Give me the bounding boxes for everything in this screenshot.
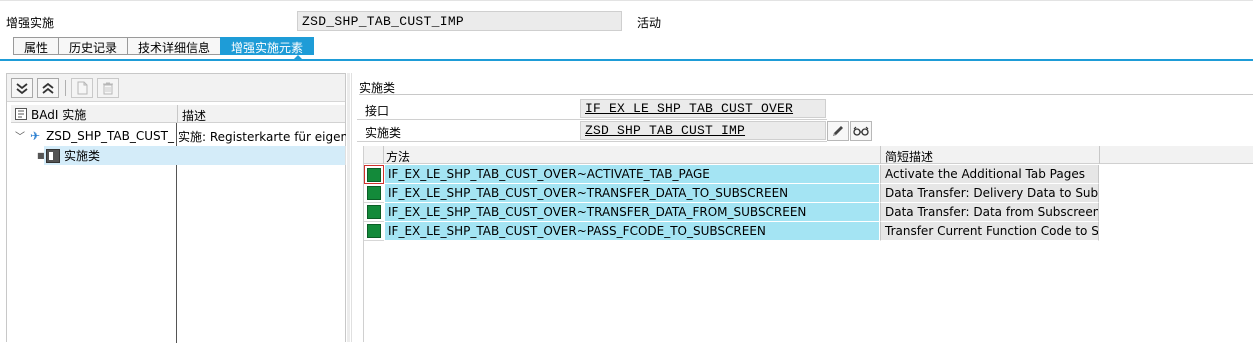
method-name[interactable]: IF_EX_LE_SHP_TAB_CUST_OVER~ACTIVATE_TAB_… <box>385 165 879 184</box>
row-status-cell[interactable] <box>364 165 384 184</box>
badi-impl-icon: ✈ <box>30 128 41 143</box>
implemented-status-icon <box>367 224 381 238</box>
tree-bullet-icon: ■ <box>37 151 45 160</box>
method-description: Data Transfer: Delivery Data to Subsc <box>880 184 1099 203</box>
impl-class-label: 实施类 <box>365 126 402 140</box>
panel-splitter[interactable] <box>347 73 350 342</box>
active-tab-indicator <box>293 55 303 60</box>
tree-column-header: BAdI 实施 描述 <box>11 105 345 123</box>
implemented-status-icon <box>367 186 381 200</box>
delete-trash-icon[interactable] <box>97 78 119 98</box>
tree-toolbar <box>7 74 345 102</box>
method-description: Data Transfer: Data from Subscreen <box>880 203 1099 222</box>
implementation-class-panel: 实施类 接口 IF_EX_LE_SHP_TAB_CUST_OVER 实施类 ZS… <box>351 73 1253 342</box>
tree-node-name: ZSD_SHP_TAB_CUST_ <box>46 128 174 143</box>
implemented-status-icon <box>367 205 381 219</box>
tree-node-label: 实施类 <box>64 149 101 163</box>
status-text: 活动 <box>637 16 662 30</box>
top-divider <box>0 0 1253 4</box>
select-all-cell[interactable] <box>364 146 384 164</box>
tab-history[interactable]: 历史记录 <box>58 37 128 55</box>
interface-field[interactable]: IF_EX_LE_SHP_TAB_CUST_OVER <box>580 99 826 118</box>
col-short-description[interactable]: 简短描述 <box>880 146 937 164</box>
enhancement-implementation-label: 增强实施 <box>6 16 55 30</box>
row-status-cell[interactable] <box>364 184 384 203</box>
method-name[interactable]: IF_EX_LE_SHP_TAB_CUST_OVER~PASS_FCODE_TO… <box>385 222 879 241</box>
tree-col-badi-impl[interactable]: BAdI 实施 <box>11 105 177 123</box>
row-status-cell[interactable] <box>364 222 384 241</box>
tab-attributes[interactable]: 属性 <box>13 37 59 55</box>
method-name[interactable]: IF_EX_LE_SHP_TAB_CUST_OVER~TRANSFER_DATA… <box>385 203 879 222</box>
row-status-cell[interactable] <box>364 203 384 222</box>
chevron-down-icon[interactable]: ﹀ <box>15 128 25 143</box>
tree-header-icon <box>15 108 27 120</box>
toolbar-separator <box>65 80 66 96</box>
field-separator <box>357 119 827 120</box>
col-method[interactable]: 方法 <box>386 148 410 165</box>
table-row[interactable]: IF_EX_LE_SHP_TAB_CUST_OVER~TRANSFER_DATA… <box>364 184 1099 203</box>
tree-col-badi-label: BAdI 实施 <box>31 107 87 122</box>
column-divider <box>1099 146 1100 164</box>
tab-underline <box>0 59 1253 61</box>
edit-pencil-icon[interactable] <box>827 121 849 141</box>
table-row[interactable]: IF_EX_LE_SHP_TAB_CUST_OVER~PASS_FCODE_TO… <box>364 222 1099 241</box>
method-name[interactable]: IF_EX_LE_SHP_TAB_CUST_OVER~TRANSFER_DATA… <box>385 184 879 203</box>
display-glasses-icon[interactable] <box>850 121 872 141</box>
section-title: 实施类 <box>359 79 1253 95</box>
collapse-all-icon[interactable] <box>37 78 59 98</box>
tree-col-description[interactable]: 描述 <box>177 105 210 123</box>
tab-enhancement-elements[interactable]: 增强实施元素 <box>220 37 315 55</box>
tab-strip: 属性 历史记录 技术详细信息 增强实施元素 <box>13 37 315 55</box>
field-separator <box>357 141 827 142</box>
method-description: Transfer Current Function Code to S <box>880 222 1099 241</box>
expand-all-icon[interactable] <box>11 78 33 98</box>
tree-node-implementation-class[interactable]: ■ 实施类 <box>37 146 346 165</box>
implementation-name-field[interactable]: ZSD_SHP_TAB_CUST_IMP <box>297 11 622 31</box>
tree-node-description: 实施: Registerkarte für eigene <box>178 130 346 144</box>
table-row[interactable]: IF_EX_LE_SHP_TAB_CUST_OVER~ACTIVATE_TAB_… <box>364 165 1099 184</box>
method-description: Activate the Additional Tab Pages <box>880 165 1099 184</box>
implementation-class-icon <box>46 148 60 163</box>
table-row[interactable]: IF_EX_LE_SHP_TAB_CUST_OVER~TRANSFER_DATA… <box>364 203 1099 222</box>
methods-table-header: 方法 简短描述 <box>364 146 1253 164</box>
methods-table: 方法 简短描述 IF_EX_LE_SHP_TAB_CUST_OVER~ACTIV… <box>363 146 1253 342</box>
tab-technical-details[interactable]: 技术详细信息 <box>127 37 221 55</box>
interface-label: 接口 <box>365 104 390 118</box>
implemented-status-icon <box>367 167 381 182</box>
tree-node-badi-impl[interactable]: ﹀ ✈ ZSD_SHP_TAB_CUST_ 实施: Registerkarte … <box>15 126 347 145</box>
impl-class-field[interactable]: ZSD_SHP_TAB_CUST_IMP <box>580 121 826 140</box>
create-document-icon[interactable] <box>71 78 93 98</box>
badi-tree-panel: BAdI 实施 描述 ﹀ ✈ ZSD_SHP_TAB_CUST_ 实施: Reg… <box>6 73 347 343</box>
